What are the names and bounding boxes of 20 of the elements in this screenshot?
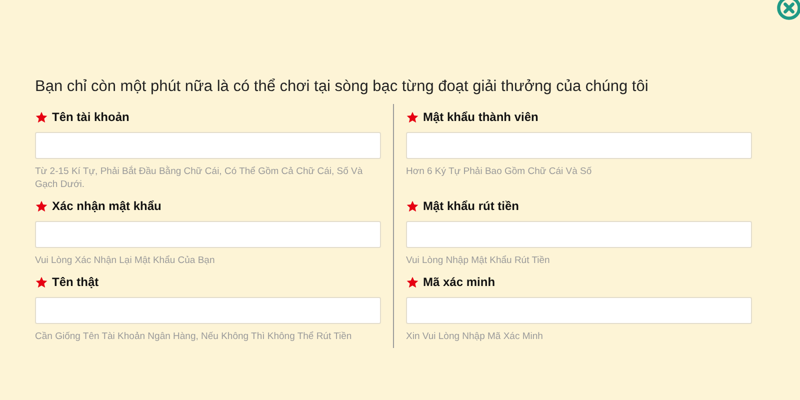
form-heading: Bạn chỉ còn một phút nữa là có thể chơi tại sòng bạc từng đoạt giải thưởng của chúng tôi bbox=[35, 77, 650, 97]
field-hint: Cần Giống Tên Tài Khoản Ngân Hàng, Nếu Không Thì Không Thể Rút Tiền bbox=[35, 330, 353, 343]
field-hint: Vui Lòng Nhập Mật Khẩu Rút Tiền bbox=[406, 254, 551, 267]
field-label: Tên tài khoản bbox=[52, 111, 130, 123]
field-label: Xác nhận mật khẩu bbox=[52, 200, 162, 212]
field-hint: Xin Vui Lòng Nhập Mã Xác Minh bbox=[406, 330, 544, 343]
input-field[interactable] bbox=[406, 297, 752, 324]
input-field[interactable] bbox=[406, 221, 752, 248]
input-field[interactable] bbox=[35, 221, 381, 248]
field-hint: Vui Lòng Xác Nhận Lại Mật Khẩu Của Bạn bbox=[35, 254, 216, 267]
field-label: Mật khẩu thành viên bbox=[423, 111, 538, 123]
field-hint: Hơn 6 Ký Tự Phải Bao Gồm Chữ Cái Và Số bbox=[406, 165, 593, 178]
field-label: Mật khẩu rút tiền bbox=[423, 200, 520, 212]
close-icon[interactable] bbox=[776, 0, 800, 21]
field-label: Mã xác minh bbox=[423, 276, 496, 288]
input-field[interactable] bbox=[35, 132, 381, 159]
field-label: Tên thật bbox=[52, 276, 99, 288]
field-hint: Từ 2-15 Kí Tự, Phải Bắt Đầu Bằng Chữ Cái, Có Thể Gồm Cả Chữ Cái, Số Và Gạch Dưới. bbox=[35, 165, 364, 191]
input-field[interactable] bbox=[35, 297, 381, 324]
input-field[interactable] bbox=[406, 132, 752, 159]
